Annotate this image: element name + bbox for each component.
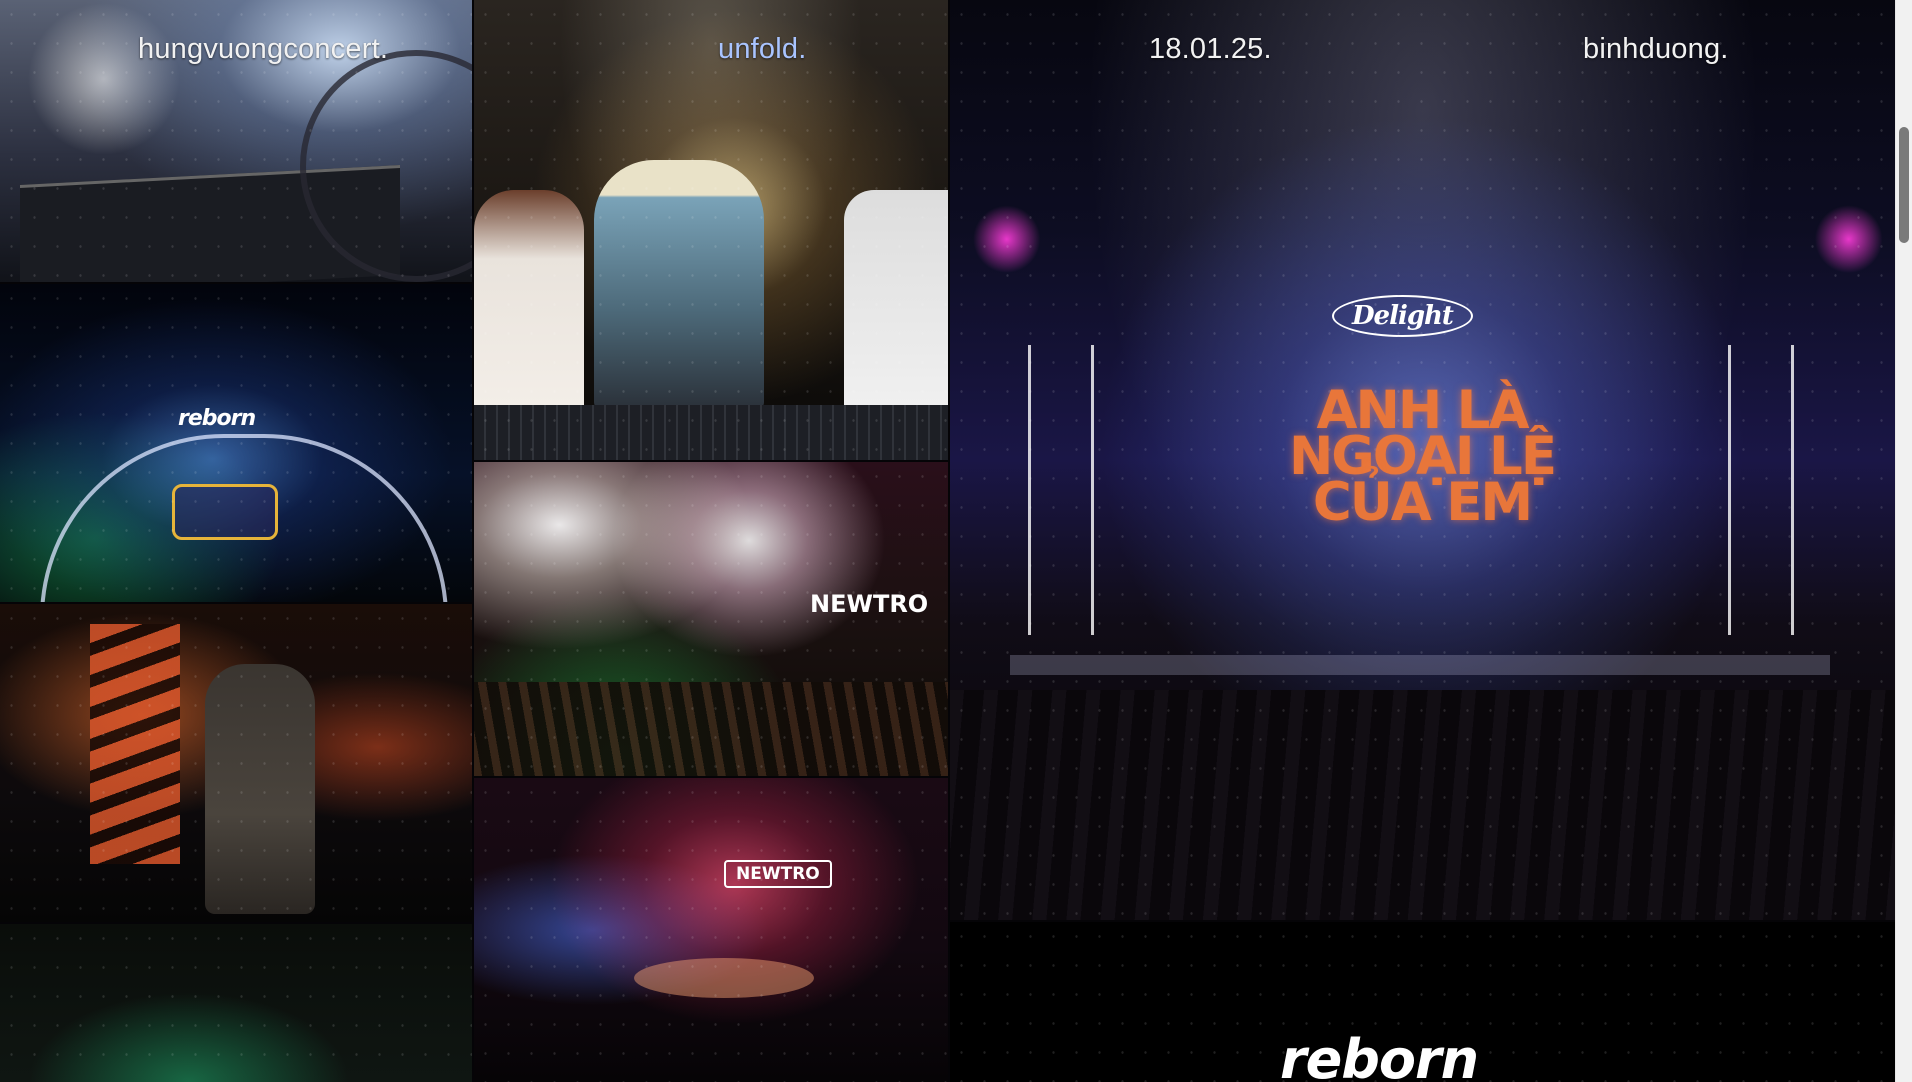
- stage-riser: [1010, 655, 1830, 675]
- gallery-viewport: reborn NEWTRO NEWTRO Delight ANH LÀ NGOẠ…: [0, 0, 1896, 1082]
- nav-project-link[interactable]: unfold.: [718, 33, 806, 66]
- light-truss-left: [1028, 345, 1094, 635]
- photo-crowd-dark[interactable]: [0, 924, 472, 1082]
- performer-blonde: [594, 160, 764, 410]
- reborn-footer-logo: reborn: [1280, 1028, 1479, 1082]
- crowd-hands: [474, 682, 948, 776]
- singer-white-dress: [474, 190, 584, 420]
- nav-artist-link[interactable]: hungvuongconcert.: [138, 33, 388, 66]
- vertical-scrollbar[interactable]: [1895, 0, 1912, 1082]
- nav-location-link[interactable]: binhduong.: [1583, 33, 1729, 66]
- top-nav: hungvuongconcert. unfold. 18.01.25. binh…: [0, 0, 1896, 100]
- performer-raised-hand: [844, 190, 948, 430]
- stage-floor: [634, 958, 814, 998]
- show-title: ANH LÀ NGOẠI LỆ CỦA EM: [1252, 384, 1592, 529]
- reborn-stage-logo: reborn: [178, 406, 256, 431]
- crowd-silhouettes: [950, 690, 1896, 920]
- photo-singer-leather-jacket[interactable]: [0, 604, 472, 922]
- newtro-sign: NEWTRO: [810, 590, 929, 618]
- reborn-footer-block[interactable]: reborn: [950, 922, 1896, 1082]
- performer-figure: [205, 664, 315, 914]
- led-panel: [90, 624, 180, 864]
- photo-newtro-stage-night[interactable]: NEWTRO: [474, 778, 948, 1082]
- light-truss-right: [1728, 345, 1794, 635]
- keyboard: [474, 405, 948, 460]
- photo-newtro-pyro[interactable]: NEWTRO: [474, 462, 948, 776]
- nav-date-link[interactable]: 18.01.25.: [1149, 33, 1272, 66]
- scrollbar-thumb[interactable]: [1899, 127, 1909, 243]
- sponsor-logo: Delight: [1332, 295, 1473, 337]
- newtro-stage-sign: NEWTRO: [724, 860, 832, 888]
- stage-screen: [172, 484, 278, 540]
- photo-reborn-stage-wide[interactable]: reborn: [0, 284, 472, 602]
